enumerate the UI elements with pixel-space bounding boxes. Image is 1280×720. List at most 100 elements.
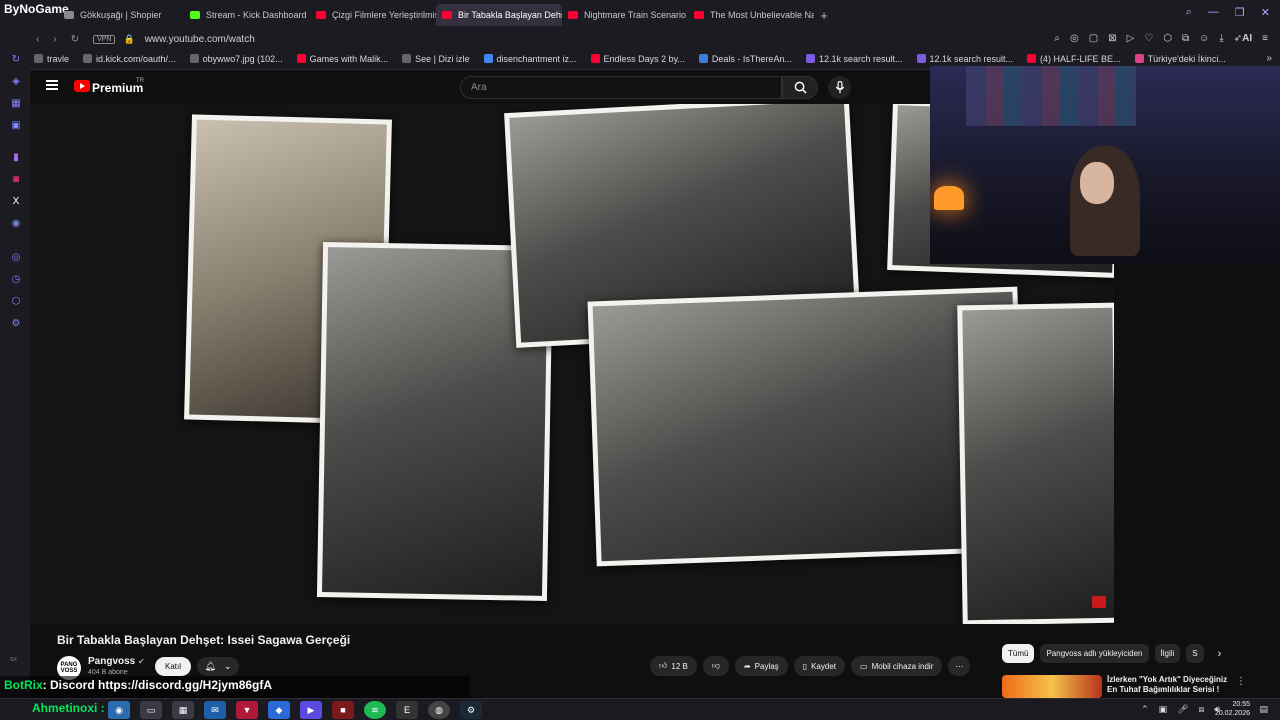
new-tab-button[interactable]: + [814, 4, 834, 26]
bookmark-icon: ▯ [802, 661, 808, 671]
app-icon[interactable]: ■ [332, 701, 354, 719]
chip-from-uploader[interactable]: Pangvoss adlı yükleyiciden [1040, 644, 1149, 663]
tab-youtube-1[interactable]: Çizgi Filmlere Yerleştirilmiş [310, 4, 436, 26]
app-icon[interactable]: ▶ [300, 701, 322, 719]
obs-icon[interactable]: ◍ [428, 701, 450, 719]
bookmark-item[interactable]: id.kick.com/oauth/... [83, 54, 176, 64]
restore-icon[interactable]: ❐ [1235, 6, 1245, 19]
bookmark-item[interactable]: disenchantment iz... [483, 54, 577, 64]
refresh-icon[interactable]: ↻ [10, 54, 22, 66]
youtube-logo-icon[interactable] [74, 80, 90, 92]
clock[interactable]: 20:55 20.02.2026 [1215, 700, 1250, 718]
tab-youtube-3[interactable]: Nightmare Train Scenario [562, 4, 688, 26]
recommendation-title[interactable]: İzlerken "Yok Artık" Diyeceğiniz En Tuha… [1107, 675, 1232, 696]
bookmark-item[interactable]: 12.1k search result... [916, 54, 1013, 64]
chevron-right-icon[interactable]: › [1218, 648, 1222, 660]
discord-icon[interactable]: ◉ [10, 218, 22, 230]
search-button[interactable] [782, 76, 818, 99]
bookmark-item[interactable]: (4) HALF-LIFE BE... [1027, 54, 1121, 64]
verified-icon: ✔ [138, 657, 145, 666]
microphone-icon[interactable]: 🎤︎ [1177, 704, 1188, 715]
search-icon[interactable]: ⌕ [1186, 6, 1192, 19]
join-button[interactable]: Katıl [155, 657, 191, 676]
bookmarks-more-icon[interactable]: » [1266, 53, 1272, 64]
snapshot-icon[interactable]: ▢ [1089, 33, 1098, 44]
more-icon[interactable]: ⋮ [1236, 676, 1246, 687]
share-icon: ➦ [743, 661, 751, 671]
bookmark-item[interactable]: 12.1k search result... [805, 54, 903, 64]
app-icon[interactable]: ▼ [236, 701, 258, 719]
subscription-bell-button[interactable]: 🔔︎ ⌄ [197, 657, 239, 676]
chip-partial[interactable]: S [1186, 644, 1204, 663]
gamepad-icon[interactable]: ◈ [10, 76, 22, 88]
reload-icon[interactable]: ↻ [71, 34, 79, 45]
spotify-icon[interactable]: ≋ [364, 701, 386, 719]
lamp [934, 186, 964, 210]
steam-icon[interactable]: ⚙ [460, 701, 482, 719]
recommendation-thumbnail[interactable] [1002, 675, 1102, 698]
back-icon[interactable]: ‹ [36, 34, 39, 45]
kick-icon [190, 11, 200, 19]
address-bar: ‹ › ↻ VPN 🔒 www.youtube.com/watch ⌕ ◎ ▢ … [0, 30, 1280, 48]
bookmark-item[interactable]: Endless Days 2 by... [590, 54, 685, 64]
voice-search-button[interactable] [828, 76, 851, 99]
tab-youtube-4[interactable]: The Most Unbelievable Na [688, 4, 814, 26]
feed-icon[interactable]: ▦ [10, 98, 22, 110]
bookmark-item[interactable]: travle [34, 54, 69, 64]
search-input[interactable]: Ara [460, 76, 782, 99]
heart-icon[interactable]: ♡ [1144, 33, 1153, 44]
cube-icon[interactable]: ⬡ [1163, 33, 1172, 44]
dislike-button[interactable]: 👎︎ [702, 656, 729, 676]
notification-icon[interactable]: ▤ [1259, 704, 1268, 715]
zoom-icon[interactable]: ⌕ [1054, 33, 1060, 44]
network-icon[interactable]: ⧈ [1199, 704, 1205, 715]
menu-icon[interactable] [46, 80, 58, 90]
url-field[interactable]: www.youtube.com/watch [145, 34, 255, 45]
browser-app-icon[interactable]: ◉ [108, 701, 130, 719]
menu-icon[interactable]: ≡ [1262, 33, 1268, 44]
folder-icon[interactable]: ▭ [140, 701, 162, 719]
youtube-watermark-icon [1092, 596, 1106, 608]
vpn-badge[interactable]: VPN [93, 34, 116, 44]
chip-all[interactable]: Tümü [1002, 644, 1035, 663]
messenger-icon[interactable]: ▣ [10, 120, 22, 132]
close-icon[interactable]: ✕ [1261, 6, 1270, 19]
aria-icon[interactable]: ➶AI [1234, 33, 1252, 44]
play-icon[interactable]: ▷ [1127, 33, 1135, 44]
tab-shopier[interactable]: Gökkuşağı | Shopier [58, 4, 184, 26]
tab-kick-dashboard[interactable]: Stream - Kick Dashboard [184, 4, 310, 26]
extension-icon[interactable]: ⧉ [1182, 33, 1189, 44]
bookmark-item[interactable]: obywwo7.jpg (102... [189, 54, 283, 64]
x-icon[interactable]: X [10, 196, 22, 208]
chevron-up-icon[interactable]: ⌃ [1141, 704, 1149, 715]
cube-icon[interactable]: ⬡ [10, 296, 22, 308]
tab-youtube-active[interactable]: Bir Tabakla Başlayan Dehşet [436, 4, 562, 26]
save-button[interactable]: ▯ Kaydet [793, 656, 845, 676]
bookmark-item[interactable]: Türkiye'deki İkinci... [1134, 54, 1226, 64]
tray-icon[interactable]: ▣ [1159, 704, 1168, 715]
instagram-icon[interactable]: ◙ [10, 174, 22, 186]
share-button[interactable]: ➦ Paylaş [734, 656, 788, 676]
player-icon[interactable]: ◎ [10, 252, 22, 264]
twitch-icon[interactable]: ▮ [10, 152, 22, 164]
like-button[interactable]: 👍︎ 12 B [650, 656, 697, 676]
bookmark-item[interactable]: See | Dizi izle [402, 54, 470, 64]
app-icon[interactable]: ◆ [268, 701, 290, 719]
channel-name[interactable]: Pangvoss ✔ [88, 656, 145, 667]
mail-icon[interactable]: ✉ [204, 701, 226, 719]
forward-icon[interactable]: › [53, 34, 56, 45]
download-icon[interactable]: ⤓ [1219, 33, 1223, 44]
profile-icon[interactable]: ☺ [1199, 33, 1209, 44]
bookmark-item[interactable]: Deals - IsThereAn... [698, 54, 792, 64]
clock-icon[interactable]: ◷ [10, 274, 22, 286]
epic-games-icon[interactable]: E [396, 701, 418, 719]
minimize-icon[interactable]: — [1208, 6, 1219, 19]
settings-icon[interactable]: ⚙ [10, 318, 22, 330]
shield-icon[interactable]: ⊠ [1108, 33, 1116, 44]
store-icon[interactable]: ▦ [172, 701, 194, 719]
camera-icon[interactable]: ◎ [1070, 33, 1079, 44]
bookmark-item[interactable]: Games with Malik... [296, 54, 388, 64]
download-button[interactable]: ▭ Mobil cihaza indir [851, 656, 943, 676]
more-actions-button[interactable]: ⋯ [948, 656, 971, 676]
chip-related[interactable]: İlgili [1154, 644, 1181, 663]
